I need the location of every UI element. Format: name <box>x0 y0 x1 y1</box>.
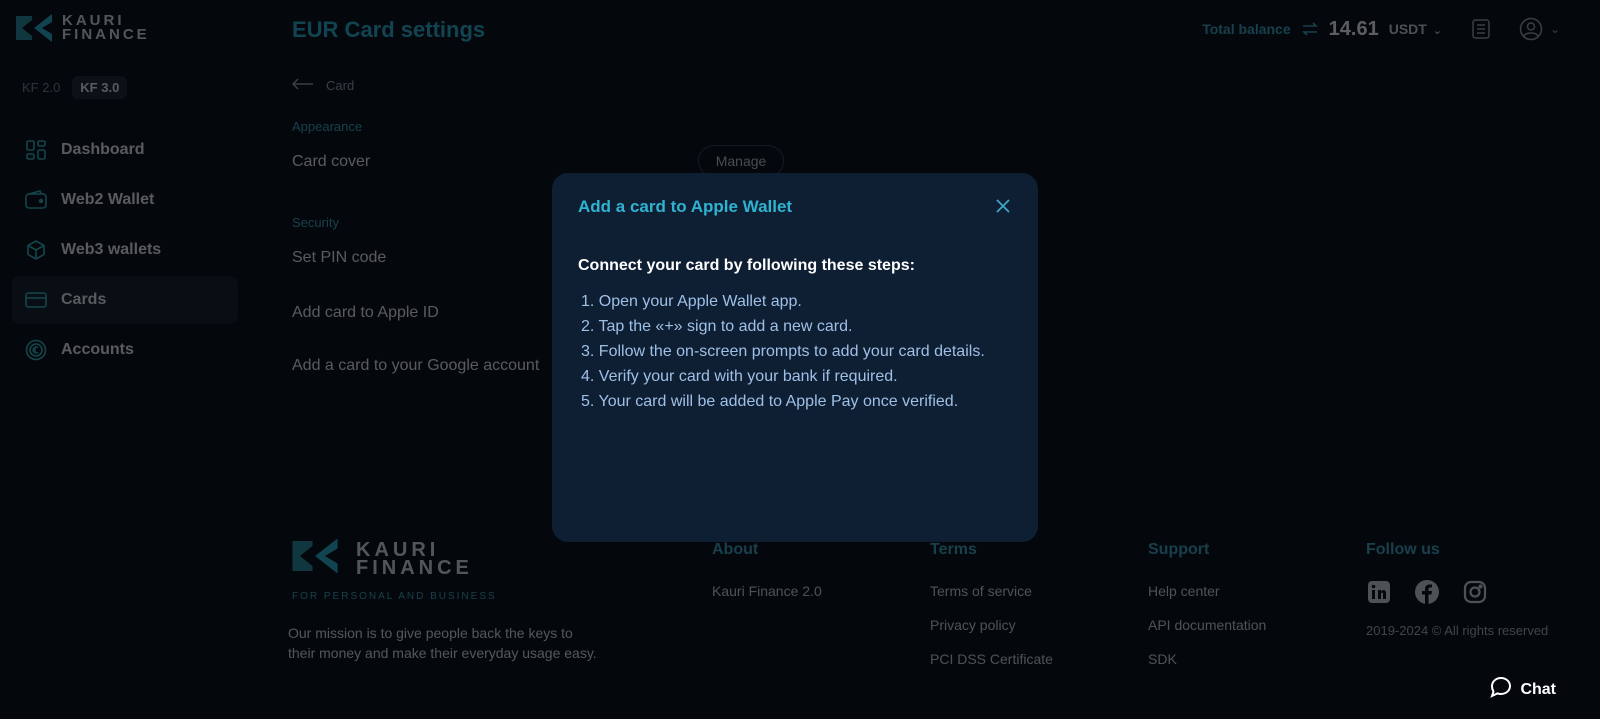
balance-value: 14.61 <box>1328 17 1379 40</box>
step-item: 4. Verify your card with your bank if re… <box>581 368 898 385</box>
step-item: 3. Follow the on-screen prompts to add y… <box>581 343 985 360</box>
sidebar-item-label: Web3 wallets <box>61 241 162 258</box>
footer-tagline: FOR PERSONAL AND BUSINESS <box>292 591 497 602</box>
linkedin-icon[interactable] <box>1366 579 1392 605</box>
modal-heading: Connect your card by following these ste… <box>578 257 915 274</box>
version-switch: KF 2.0 KF 3.0 <box>14 76 128 99</box>
steps-list: 1. Open your Apple Wallet app. 2. Tap th… <box>578 289 1012 414</box>
footer-about-title: About <box>712 541 759 558</box>
kauri-logo-icon <box>14 12 54 44</box>
back-link[interactable]: Card <box>291 78 355 93</box>
footer-about: About Kauri Finance 2.0 <box>712 541 822 617</box>
apple-wallet-modal: Add a card to Apple Wallet Connect your … <box>552 173 1038 542</box>
chat-label: Chat <box>1520 680 1556 698</box>
step-item: 1. Open your Apple Wallet app. <box>581 293 802 310</box>
chat-button[interactable]: Chat <box>1490 676 1556 703</box>
chat-bubble-icon <box>1490 676 1512 703</box>
sidebar-item-accounts[interactable]: Accounts <box>12 326 238 374</box>
version-kf3[interactable]: KF 3.0 <box>72 76 128 99</box>
sidebar-item-web3-wallets[interactable]: Web3 wallets <box>12 226 238 274</box>
social-links <box>1366 579 1548 605</box>
close-icon[interactable] <box>992 195 1014 217</box>
instagram-icon[interactable] <box>1462 579 1488 605</box>
footer-link-terms[interactable]: Terms of service <box>930 583 1053 599</box>
footer-support-title: Support <box>1148 541 1210 558</box>
footer-logo: KAURI FINANCE <box>288 536 473 581</box>
card-cover-label: Card cover <box>292 153 371 170</box>
footer-mission: Our mission is to give people back the k… <box>288 625 597 661</box>
back-label: Card <box>326 78 355 93</box>
brand-logo[interactable]: KAURI FINANCE <box>14 12 150 44</box>
kauri-logo-icon <box>288 536 342 581</box>
brand-name: KAURI FINANCE <box>62 12 150 43</box>
modal-title: Add a card to Apple Wallet <box>578 197 793 216</box>
security-label: Security <box>292 215 339 230</box>
sidebar-item-label: Dashboard <box>61 141 145 158</box>
add-apple-id-row[interactable]: Add card to Apple ID <box>292 304 439 322</box>
sidebar-nav: Dashboard Web2 Wallet Web3 wallets Cards… <box>12 126 238 376</box>
footer-link-pci[interactable]: PCI DSS Certificate <box>930 651 1053 667</box>
brand-name: KAURI FINANCE <box>356 538 473 579</box>
currency-label: USDT <box>1388 21 1427 37</box>
euro-icon <box>25 339 47 361</box>
sidebar-item-web2-wallet[interactable]: Web2 Wallet <box>12 176 238 224</box>
cube-icon <box>25 239 47 261</box>
footer-link-sdk[interactable]: SDK <box>1148 651 1266 667</box>
footer-follow-title: Follow us <box>1366 541 1440 558</box>
balance-bar: Total balance 14.61 USDT ⌄ ⌄ <box>1202 16 1560 42</box>
sidebar-item-label: Accounts <box>61 341 134 358</box>
appearance-label: Appearance <box>292 119 363 134</box>
facebook-icon[interactable] <box>1414 579 1440 605</box>
user-avatar-icon[interactable] <box>1518 16 1544 42</box>
footer-terms: Terms Terms of service Privacy policy PC… <box>930 541 1053 685</box>
sidebar-item-label: Web2 Wallet <box>61 191 155 208</box>
footer-follow: Follow us 2019-2024 © All rights reserve… <box>1366 541 1548 638</box>
footer-link-help[interactable]: Help center <box>1148 583 1266 599</box>
version-kf2[interactable]: KF 2.0 <box>14 76 68 99</box>
sidebar-item-cards[interactable]: Cards <box>12 276 238 324</box>
step-item: 5. Your card will be added to Apple Pay … <box>581 393 959 410</box>
balance-label: Total balance <box>1202 21 1291 37</box>
wallet-icon <box>25 189 47 211</box>
footer-link-privacy[interactable]: Privacy policy <box>930 617 1053 633</box>
sidebar-item-dashboard[interactable]: Dashboard <box>12 126 238 174</box>
dashboard-icon <box>25 139 47 161</box>
chevron-down-icon[interactable]: ⌄ <box>1550 22 1560 36</box>
set-pin-row[interactable]: Set PIN code <box>292 249 386 267</box>
footer-link-api[interactable]: API documentation <box>1148 617 1266 633</box>
copyright: 2019-2024 © All rights reserved <box>1366 623 1549 638</box>
footer-terms-title: Terms <box>930 541 977 558</box>
arrow-left-icon <box>291 78 314 93</box>
card-icon <box>25 289 47 311</box>
swap-icon[interactable] <box>1301 16 1319 42</box>
footer-support: Support Help center API documentation SD… <box>1148 541 1266 685</box>
step-item: 2. Tap the «+» sign to add a new card. <box>581 318 853 335</box>
page-title: EUR Card settings <box>292 17 486 42</box>
sidebar-item-label: Cards <box>61 291 107 308</box>
currency-select[interactable]: USDT ⌄ <box>1389 21 1442 37</box>
footer-link-kf2[interactable]: Kauri Finance 2.0 <box>712 583 822 599</box>
chevron-down-icon: ⌄ <box>1432 25 1442 37</box>
add-google-row[interactable]: Add a card to your Google account <box>292 357 539 375</box>
history-icon[interactable] <box>1468 16 1494 42</box>
